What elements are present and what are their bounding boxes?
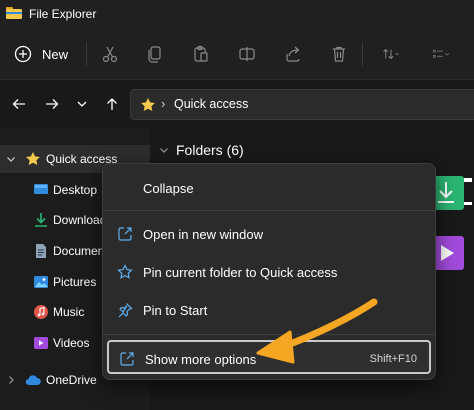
new-button-label: New [42, 46, 69, 62]
folders-section-title: Folders (6) [176, 142, 244, 158]
copy-icon [148, 46, 161, 63]
up-button[interactable] [102, 94, 122, 114]
music-icon [34, 305, 48, 319]
title-bar: File Explorer [0, 0, 474, 28]
sidebar-item-label: OneDrive [46, 373, 97, 387]
share-icon [286, 46, 300, 62]
rename-icon [239, 47, 255, 61]
recent-locations-button[interactable] [72, 94, 92, 114]
menu-item-label: Pin to Start [143, 303, 208, 318]
delete-icon [333, 46, 345, 62]
arrow-left-icon [12, 99, 25, 109]
folder-partial-icon [464, 178, 472, 205]
view-button[interactable] [424, 42, 458, 66]
videos-icon [34, 337, 48, 349]
toolbar-divider [362, 42, 363, 66]
sidebar-item-label: Desktop [53, 183, 98, 197]
sidebar-item-label: Music [53, 305, 85, 319]
cut-button[interactable] [98, 42, 122, 66]
documents-icon [36, 244, 46, 258]
desktop-icon [34, 184, 48, 194]
cut-icon [102, 46, 118, 63]
download-icon [35, 213, 47, 227]
open-new-window-icon [118, 227, 132, 241]
menu-item-pin-to-quick-access[interactable]: Pin current folder to Quick access [107, 255, 431, 289]
paste-icon [194, 45, 208, 62]
arrow-right-icon [46, 99, 59, 109]
show-more-icon [120, 352, 134, 366]
menu-item-pin-to-start[interactable]: Pin to Start [107, 293, 431, 327]
star-icon [26, 152, 40, 165]
cloud-icon [25, 375, 41, 386]
paste-button[interactable] [189, 42, 213, 66]
back-button[interactable] [9, 94, 29, 114]
sidebar-item-label: Videos [53, 336, 90, 350]
breadcrumb-chevron-icon: › [161, 96, 166, 111]
keyboard-shortcut: Shift+F10 [369, 353, 417, 365]
menu-item-open-in-new-window[interactable]: Open in new window [107, 217, 431, 251]
toolbar-divider [86, 42, 87, 66]
arrow-up-icon [107, 98, 117, 110]
menu-divider [103, 334, 435, 335]
share-button[interactable] [281, 42, 305, 66]
chevron-down-icon[interactable] [5, 153, 17, 165]
breadcrumb-quick-access[interactable]: Quick access [174, 97, 248, 111]
file-explorer-icon [6, 7, 22, 19]
menu-item-label: Pin current folder to Quick access [143, 265, 338, 280]
sort-button[interactable] [376, 42, 406, 66]
delete-button[interactable] [327, 42, 351, 66]
folders-section-header[interactable]: Folders (6) [158, 142, 244, 158]
copy-button[interactable] [143, 42, 167, 66]
menu-item-collapse[interactable]: Collapse [107, 171, 431, 205]
menu-divider [103, 210, 435, 211]
chevron-down-icon [160, 148, 168, 153]
context-menu: Collapse Open in new window Pin current … [102, 163, 436, 380]
address-bar[interactable]: › Quick access [130, 89, 474, 120]
plus-circle-icon [14, 45, 32, 63]
window-title: File Explorer [29, 7, 97, 21]
rename-button[interactable] [235, 42, 259, 66]
menu-item-label: Show more options [145, 352, 257, 367]
chevron-right-icon[interactable] [5, 374, 17, 386]
sort-icon [383, 48, 399, 60]
pictures-icon [34, 276, 48, 288]
menu-item-show-more-options[interactable]: Show more options Shift+F10 [107, 340, 431, 374]
chevron-down-icon [77, 101, 87, 107]
command-bar: New [0, 28, 474, 80]
star-outline-icon [117, 264, 133, 279]
pin-icon [118, 303, 133, 318]
forward-button[interactable] [42, 94, 62, 114]
star-icon [141, 98, 155, 111]
menu-item-label: Collapse [143, 181, 194, 196]
new-button[interactable]: New [14, 38, 80, 70]
view-icon [432, 49, 449, 58]
menu-item-label: Open in new window [143, 227, 263, 242]
sidebar-item-label: Pictures [53, 275, 97, 289]
